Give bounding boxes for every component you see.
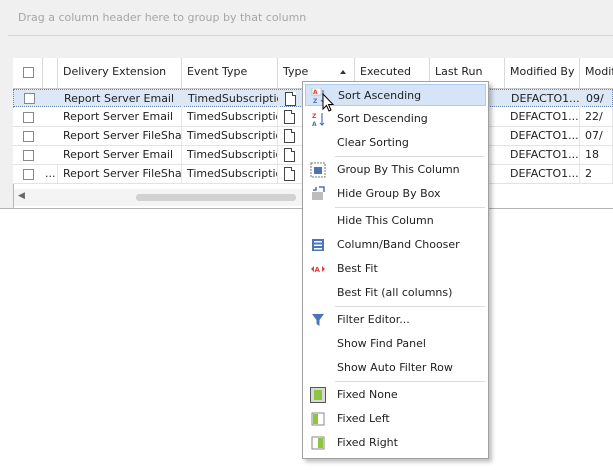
cell-modified-by: DEFACTO1... bbox=[505, 127, 580, 145]
menu-item-column-chooser[interactable]: Column/Band Chooser bbox=[305, 234, 486, 256]
cell-delivery-extension: Report Server FileShare bbox=[58, 165, 182, 183]
cell-event-type: TimedSubscription bbox=[182, 127, 278, 145]
row-checkbox[interactable] bbox=[23, 112, 34, 123]
menu-item-best-fit[interactable]: A Best Fit bbox=[305, 258, 486, 280]
horizontal-scrollbar[interactable]: ◀ bbox=[14, 189, 304, 206]
row-checkbox[interactable] bbox=[23, 150, 34, 161]
cell-delivery-extension: Report Server Email bbox=[59, 90, 183, 108]
row-checkbox[interactable] bbox=[23, 169, 34, 180]
column-header-modified[interactable]: Modifie bbox=[580, 58, 613, 88]
cell-modified: 18 bbox=[580, 146, 613, 164]
menu-item-label: Show Find Panel bbox=[337, 337, 426, 350]
menu-item-hide-group-box[interactable]: Hide Group By Box bbox=[305, 183, 486, 205]
document-icon bbox=[285, 92, 296, 106]
cell-indicator: ... bbox=[43, 165, 58, 183]
svg-text:A: A bbox=[313, 89, 318, 96]
document-icon bbox=[284, 148, 295, 162]
menu-item-label: Fixed Right bbox=[337, 436, 398, 449]
fixed-right-icon bbox=[311, 436, 325, 450]
cell-event-type: TimedSubscription bbox=[183, 90, 279, 108]
menu-separator bbox=[335, 381, 485, 382]
cell-delivery-extension: Report Server Email bbox=[58, 146, 182, 164]
fixed-none-icon bbox=[310, 387, 326, 403]
fixed-left-icon bbox=[311, 412, 325, 426]
sort-descending-icon: Z A bbox=[312, 113, 325, 127]
menu-item-label: Hide This Column bbox=[337, 214, 434, 227]
svg-text:A: A bbox=[315, 266, 321, 274]
menu-item-best-fit-all[interactable]: Best Fit (all columns) bbox=[305, 282, 486, 304]
menu-item-fixed-left[interactable]: Fixed Left bbox=[305, 408, 486, 430]
sort-ascending-arrow-icon bbox=[340, 70, 346, 74]
menu-item-label: Column/Band Chooser bbox=[337, 238, 460, 251]
scrollbar-thumb[interactable] bbox=[136, 194, 296, 201]
menu-separator bbox=[335, 306, 485, 307]
group-by-panel[interactable]: Drag a column header here to group by th… bbox=[8, 0, 613, 36]
menu-item-filter-editor[interactable]: Filter Editor... bbox=[305, 309, 486, 331]
menu-separator bbox=[335, 156, 485, 157]
menu-item-fixed-none[interactable]: Fixed None bbox=[305, 384, 486, 406]
cell-delivery-extension: Report Server FileShare bbox=[58, 127, 182, 145]
menu-item-label: Show Auto Filter Row bbox=[337, 361, 453, 374]
menu-item-label: Fixed None bbox=[337, 388, 398, 401]
menu-item-label: Filter Editor... bbox=[337, 313, 410, 326]
document-icon bbox=[284, 167, 295, 181]
column-chooser-icon bbox=[312, 239, 324, 251]
menu-item-label: Group By This Column bbox=[337, 163, 460, 176]
menu-item-clear-sorting[interactable]: Clear Sorting bbox=[305, 132, 486, 154]
svg-text:Z: Z bbox=[313, 98, 318, 104]
column-header-modified-by[interactable]: Modified By bbox=[505, 58, 580, 88]
cell-modified-by: DEFACTO1... bbox=[506, 90, 581, 108]
menu-item-hide-column[interactable]: Hide This Column bbox=[305, 210, 486, 232]
svg-text:A: A bbox=[312, 121, 317, 127]
cell-delivery-extension: Report Server Email bbox=[58, 108, 182, 126]
indicator-header bbox=[43, 58, 58, 88]
document-icon bbox=[284, 110, 295, 124]
cell-modified-by: DEFACTO1... bbox=[505, 146, 580, 164]
menu-item-label: Best Fit (all columns) bbox=[337, 286, 453, 299]
document-icon bbox=[284, 129, 295, 143]
group-by-hint: Drag a column header here to group by th… bbox=[18, 11, 307, 24]
filter-icon bbox=[312, 314, 324, 326]
best-fit-icon: A bbox=[311, 266, 325, 274]
row-checkbox[interactable] bbox=[24, 93, 35, 104]
menu-separator bbox=[335, 207, 485, 208]
svg-text:Z: Z bbox=[312, 113, 317, 120]
column-header-delivery-extension[interactable]: Delivery Extension bbox=[58, 58, 182, 88]
scroll-left-icon[interactable]: ◀ bbox=[18, 191, 25, 201]
group-by-column-icon bbox=[310, 162, 326, 178]
cell-modified-by: DEFACTO1... bbox=[505, 108, 580, 126]
menu-item-show-find-panel[interactable]: Show Find Panel bbox=[305, 333, 486, 355]
cell-modified: 2 bbox=[580, 165, 613, 183]
menu-item-show-auto-filter-row[interactable]: Show Auto Filter Row bbox=[305, 357, 486, 379]
menu-item-label: Sort Ascending bbox=[338, 89, 422, 102]
select-all-header[interactable] bbox=[13, 58, 43, 88]
menu-item-group-by-column[interactable]: Group By This Column bbox=[305, 159, 486, 181]
cell-modified-by: DEFACTO1... bbox=[505, 165, 580, 183]
cell-event-type: TimedSubscription bbox=[182, 146, 278, 164]
column-header-type-label: Type bbox=[283, 65, 309, 78]
column-header-context-menu: A Z Sort Ascending Z A Sort Descending C… bbox=[302, 81, 489, 459]
cell-modified: 07/ bbox=[580, 127, 613, 145]
select-all-checkbox[interactable] bbox=[23, 67, 34, 78]
menu-item-label: Fixed Left bbox=[337, 412, 390, 425]
menu-item-sort-ascending[interactable]: A Z Sort Ascending bbox=[305, 84, 486, 112]
menu-item-label: Hide Group By Box bbox=[337, 187, 441, 200]
cell-event-type: TimedSubscription bbox=[182, 165, 278, 183]
menu-item-label: Clear Sorting bbox=[337, 136, 409, 149]
menu-item-fixed-right[interactable]: Fixed Right bbox=[305, 432, 486, 454]
menu-item-label: Best Fit bbox=[337, 262, 378, 275]
cell-modified: 09/ bbox=[581, 90, 613, 108]
menu-item-sort-descending[interactable]: Z A Sort Descending bbox=[305, 108, 486, 130]
cell-event-type: TimedSubscription bbox=[182, 108, 278, 126]
hide-group-box-icon bbox=[312, 186, 325, 200]
cell-modified: 22/ bbox=[580, 108, 613, 126]
row-checkbox[interactable] bbox=[23, 131, 34, 142]
column-header-event-type[interactable]: Event Type bbox=[182, 58, 278, 88]
menu-item-label: Sort Descending bbox=[337, 112, 428, 125]
